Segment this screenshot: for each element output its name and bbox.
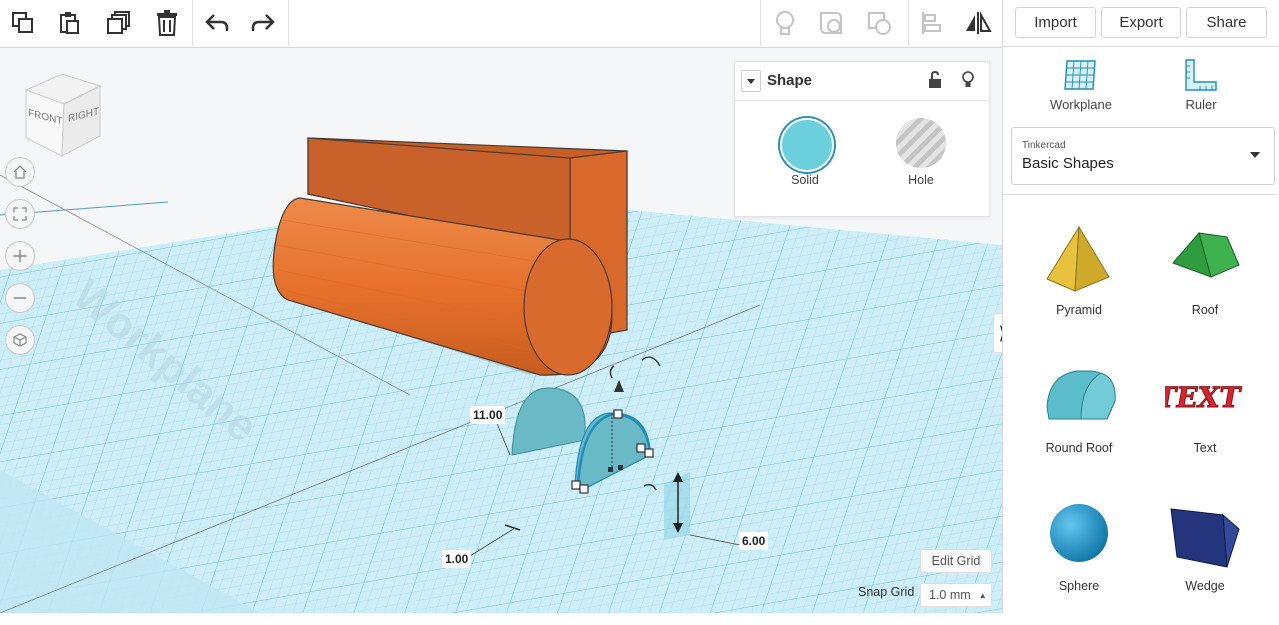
ruler-tool-label: Ruler [1185, 97, 1217, 112]
snap-grid-select[interactable]: 1.0 mm ▲ [920, 583, 992, 607]
inspector-collapse-button[interactable] [741, 70, 761, 92]
edit-grid-button[interactable]: Edit Grid [920, 549, 992, 573]
edit-toolbar [0, 0, 1002, 48]
mirror-icon[interactable] [955, 0, 1001, 46]
solid-label: Solid [791, 173, 819, 187]
duplicate-icon[interactable] [96, 0, 142, 46]
zoom-in-icon [14, 250, 26, 262]
library-owner: Tinkercad [1022, 140, 1066, 151]
shape-label: Pyramid [1056, 303, 1102, 317]
shape-inspector: Shape Solid Hole [734, 61, 990, 217]
home-icon [13, 165, 27, 179]
light-bulb-icon[interactable] [961, 71, 975, 89]
export-button[interactable]: Export [1101, 7, 1181, 38]
workplane-icon [1064, 60, 1096, 90]
hole-swatch[interactable] [896, 118, 946, 168]
delete-icon[interactable] [144, 0, 190, 46]
workplane-tool-label: Workplane [1050, 97, 1112, 112]
depth-dimension[interactable]: 6.00 [739, 532, 769, 550]
zoom-out-icon [14, 297, 26, 299]
roof-icon [1172, 231, 1240, 278]
shape-pyramid[interactable]: Pyramid [1019, 219, 1139, 349]
home-view-button[interactable] [5, 157, 35, 187]
zoom-out-button[interactable] [5, 283, 35, 313]
workplane-tool[interactable]: Workplane [1031, 55, 1131, 112]
fit-view-icon [13, 207, 27, 221]
group-icon[interactable] [808, 0, 854, 46]
shape-library-dropdown[interactable]: Tinkercad Basic Shapes [1011, 127, 1275, 185]
perspective-icon [13, 333, 27, 347]
svg-text:TEXT: TEXT [1165, 381, 1243, 414]
paste-icon[interactable] [46, 0, 92, 46]
ruler-icon [1185, 59, 1217, 91]
inspector-title: Shape [767, 72, 813, 89]
solid-swatch[interactable] [780, 118, 834, 172]
library-name: Basic Shapes [1022, 155, 1114, 172]
hole-label: Hole [908, 173, 934, 187]
sphere-icon [1050, 504, 1108, 562]
caret-up-icon: ▲ [978, 590, 987, 600]
perspective-button[interactable] [5, 325, 35, 355]
shapes-sidebar: Workplane Ruler Tinkercad Basic Shapes P… [1002, 47, 1279, 613]
round-roof-icon [1046, 370, 1116, 420]
redo-icon[interactable] [240, 0, 286, 46]
fit-view-button[interactable] [5, 199, 35, 229]
align-icon[interactable] [908, 0, 954, 46]
light-bulb-icon[interactable] [762, 0, 808, 46]
shape-roof[interactable]: Roof [1145, 219, 1265, 349]
shape-text[interactable]: TEXT Text [1145, 357, 1265, 487]
import-button[interactable]: Import [1015, 7, 1096, 38]
toolbar-divider [288, 0, 289, 46]
toolbar-divider [192, 0, 193, 46]
toolbar-divider [760, 0, 761, 46]
width-dimension[interactable]: 1.00 [442, 550, 472, 568]
inspector-header: Shape [735, 62, 989, 101]
lock-icon[interactable] [928, 71, 942, 89]
zoom-in-button[interactable] [5, 241, 35, 271]
shape-sphere[interactable]: Sphere [1019, 495, 1139, 625]
shape-label: Sphere [1058, 579, 1100, 593]
shape-label: Text [1193, 441, 1217, 455]
shape-label: Roof [1191, 303, 1219, 317]
sidebar-divider [1003, 194, 1278, 195]
snap-grid-label: Snap Grid [858, 585, 915, 599]
shape-round-roof[interactable]: Round Roof [1019, 357, 1139, 487]
shape-label: Round Roof [1045, 441, 1113, 455]
shape-label: Wedge [1185, 579, 1225, 593]
shape-wedge[interactable]: Wedge [1145, 495, 1265, 625]
pyramid-icon [1046, 225, 1110, 292]
copy-icon[interactable] [0, 0, 46, 46]
chevron-down-icon [1250, 152, 1260, 158]
wedge-icon [1170, 508, 1240, 568]
snap-grid-value: 1.0 mm [929, 588, 971, 602]
text-shape-icon: TEXT [1165, 381, 1244, 415]
ruler-tool[interactable]: Ruler [1151, 55, 1251, 112]
share-button[interactable]: Share [1186, 7, 1267, 38]
view-cube[interactable]: FRONT RIGHT [22, 68, 104, 158]
height-dimension[interactable]: 11.00 [470, 406, 506, 424]
top-actions: Import Export Share [1002, 0, 1279, 47]
undo-icon[interactable] [194, 0, 240, 46]
ungroup-icon[interactable] [856, 0, 902, 46]
